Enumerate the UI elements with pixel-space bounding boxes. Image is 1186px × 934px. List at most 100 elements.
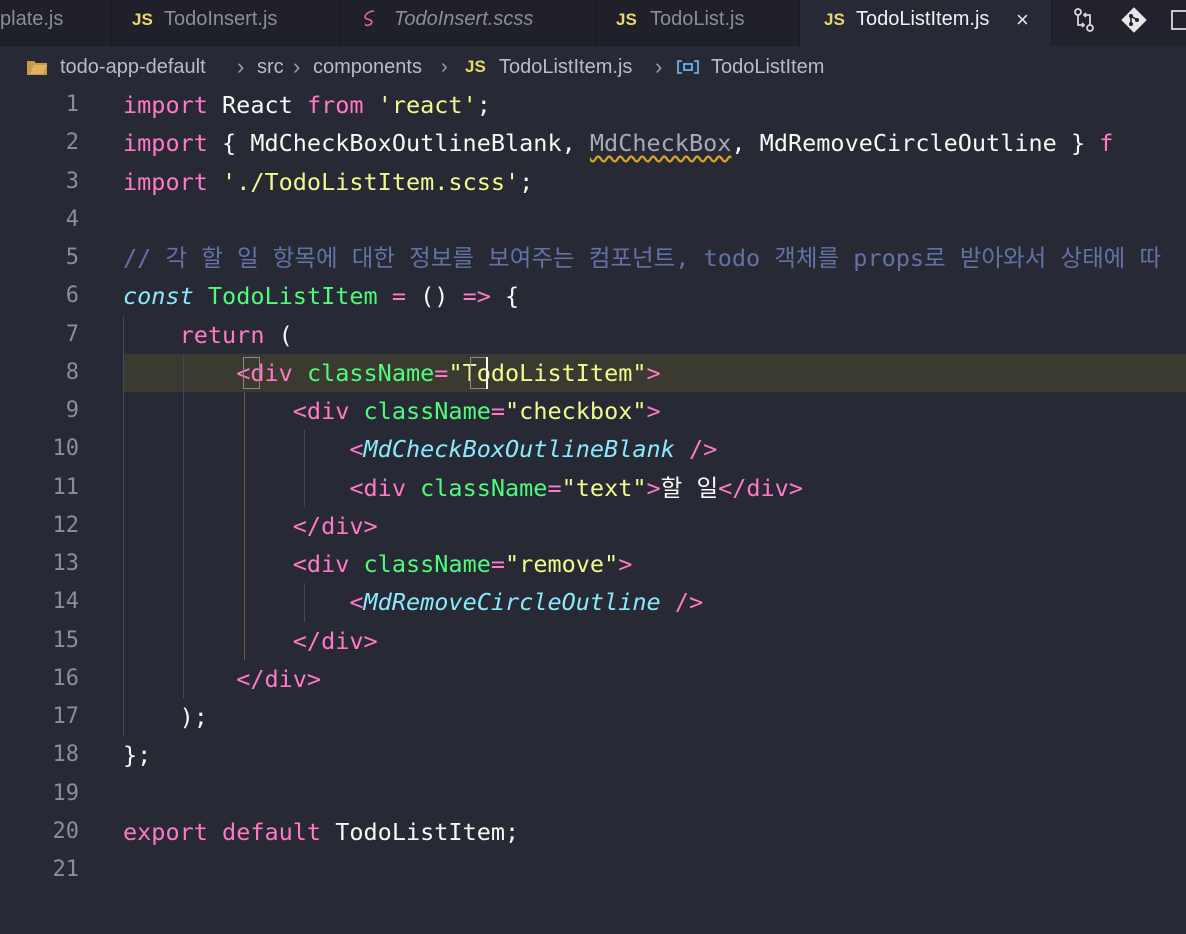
javascript-file-icon: JS [824, 10, 845, 29]
code-token: const [123, 282, 194, 311]
line-number: 12 [52, 512, 80, 538]
tab-template-js[interactable]: plate.js [0, 0, 112, 46]
line-number: 16 [52, 665, 80, 691]
code-text: import { MdCheckBoxOutlineBlank, MdCheck… [123, 124, 1113, 162]
line-number: 9 [65, 398, 79, 423]
code-line: 14 <MdRemoveCircleOutline /> [0, 583, 1186, 621]
code-token: }; [123, 741, 152, 770]
code-token: </div> [292, 626, 378, 655]
code-token: ; [476, 91, 491, 119]
tab-label: TodoInsert.scss [394, 8, 534, 30]
code-text: </div> [123, 507, 378, 545]
code-token: from [306, 91, 364, 119]
compare-changes-icon[interactable] [1070, 6, 1098, 34]
tab-todolist-js[interactable]: JS TodoList.js [596, 0, 800, 46]
code-token: className [420, 473, 548, 502]
tab-todoinsert-scss[interactable]: TodoInsert.scss [340, 0, 596, 46]
code-line: 18}; [0, 736, 1186, 774]
code-text: <MdRemoveCircleOutline /> [123, 583, 703, 621]
line-number: 3 [65, 168, 79, 194]
code-token: = [490, 397, 506, 425]
code-token: f [1099, 129, 1114, 158]
sass-icon [360, 8, 382, 35]
code-token: <div [349, 473, 406, 502]
code-line: 19 [0, 775, 1186, 813]
code-token: </div> [718, 473, 803, 502]
code-token: </div> [236, 664, 322, 693]
code-token: ); [123, 703, 208, 731]
code-token: import [123, 167, 208, 196]
code-token: { [490, 282, 520, 311]
tab-todoinsert-js[interactable]: JS TodoInsert.js [112, 0, 340, 46]
code-token: // 각 할 일 항목에 대한 정보를 보여주는 컴포넌트, todo 객체를 … [123, 244, 1162, 272]
code-token: = [391, 282, 406, 311]
code-line: 20 export default TodoListItem; [0, 813, 1186, 851]
code-line: 5 // 각 할 일 항목에 대한 정보를 보여주는 컴포넌트, todo 객체를… [0, 239, 1186, 277]
code-token: = [547, 473, 562, 502]
code-token: 할 일 [660, 473, 719, 502]
code-text: <MdCheckBoxOutlineBlank /> [123, 430, 717, 468]
code-text: </div> [123, 622, 378, 660]
line-number: 1 [65, 92, 79, 117]
code-token: , MdRemoveCircleOutline } [731, 129, 1100, 158]
code-token: MdCheckBoxOutlineBlank [363, 435, 675, 464]
code-line: 16 </div> [0, 660, 1186, 698]
code-token: MdCheckBox [589, 129, 732, 158]
close-icon[interactable]: × [1016, 0, 1029, 39]
code-line: 3 import './TodoListItem.scss'; [0, 163, 1186, 201]
code-token: <div [292, 550, 350, 578]
breadcrumb-symbol[interactable]: TodoListItem [711, 46, 824, 88]
line-number: 6 [65, 283, 79, 309]
breadcrumb-components[interactable]: components [313, 46, 422, 88]
code-text: }; [123, 736, 151, 774]
code-line: 2 import { MdCheckBoxOutlineBlank, MdChec… [0, 124, 1186, 162]
code-text: // 각 할 일 항목에 대한 정보를 보여주는 컴포넌트, todo 객체를 … [123, 239, 1161, 277]
code-line: 8 <div className="TodoListItem"> [0, 354, 1186, 392]
code-line: 21 [0, 851, 1186, 889]
code-token: /> [674, 588, 704, 617]
breadcrumb-src[interactable]: src [257, 46, 284, 88]
text-cursor [485, 356, 488, 389]
code-text: import './TodoListItem.scss'; [123, 163, 533, 201]
folder-icon [26, 58, 48, 81]
code-text: return ( [123, 316, 293, 354]
code-token: "text" [561, 473, 647, 502]
line-number: 10 [52, 436, 80, 462]
line-number: 21 [52, 857, 80, 882]
code-token: </div> [292, 511, 378, 540]
code-line: 7 return ( [0, 316, 1186, 354]
chevron-right-icon: › [237, 54, 245, 79]
code-token: > [646, 473, 661, 502]
line-number: 18 [52, 742, 80, 768]
tab-todolistitem-js[interactable]: JS TodoListItem.js × [800, 0, 1052, 46]
code-text: export default TodoListItem; [123, 813, 519, 851]
tab-label: TodoInsert.js [164, 8, 278, 30]
breadcrumb-folder[interactable]: todo-app-default [60, 46, 206, 88]
code-text: </div> [123, 660, 321, 698]
line-number: 11 [52, 474, 80, 500]
code-token: ( [264, 320, 293, 349]
code-token: < [349, 588, 364, 617]
code-editor[interactable]: 1 import React from 'react'; 2 import { MdC… [0, 86, 1186, 934]
breadcrumb-file[interactable]: TodoListItem.js [499, 46, 632, 88]
code-token: < [349, 435, 364, 464]
code-line: 17 ); [0, 698, 1186, 736]
tab-label: plate.js [0, 8, 64, 30]
code-text: <div className="remove"> [123, 545, 633, 583]
code-text: <div className="checkbox"> [123, 392, 661, 430]
git-icon[interactable] [1120, 6, 1148, 34]
chevron-right-icon: › [655, 54, 663, 79]
code-token: ; [519, 167, 534, 196]
split-editor-icon[interactable] [1170, 6, 1186, 34]
breadcrumb: todo-app-default › src › components › JS… [0, 46, 1186, 86]
